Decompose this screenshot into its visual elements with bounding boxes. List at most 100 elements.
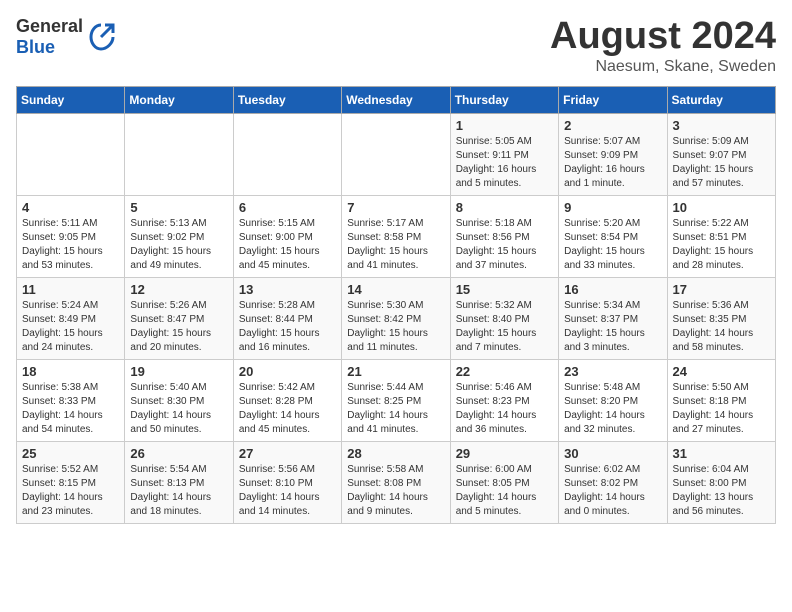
- day-info: Sunrise: 5:50 AM Sunset: 8:18 PM Dayligh…: [673, 381, 770, 437]
- day-number: 10: [673, 200, 770, 215]
- day-info: Sunrise: 5:07 AM Sunset: 9:09 PM Dayligh…: [564, 135, 661, 191]
- day-number: 13: [239, 282, 336, 297]
- day-number: 20: [239, 364, 336, 379]
- day-info: Sunrise: 5:54 AM Sunset: 8:13 PM Dayligh…: [130, 463, 227, 519]
- calendar-cell: 7 Sunrise: 5:17 AM Sunset: 8:58 PM Daylig…: [342, 195, 450, 277]
- logo-general: General: [16, 16, 83, 36]
- day-number: 17: [673, 282, 770, 297]
- day-number: 19: [130, 364, 227, 379]
- day-number: 14: [347, 282, 444, 297]
- day-info: Sunrise: 5:46 AM Sunset: 8:23 PM Dayligh…: [456, 381, 553, 437]
- calendar-body: 1Sunrise: 5:05 AM Sunset: 9:11 PM Daylig…: [17, 113, 776, 523]
- calendar-cell: 2 Sunrise: 5:07 AM Sunset: 9:09 PM Daylig…: [559, 113, 667, 195]
- day-info: Sunrise: 6:04 AM Sunset: 8:00 PM Dayligh…: [673, 463, 770, 519]
- day-info: Sunrise: 5:34 AM Sunset: 8:37 PM Dayligh…: [564, 299, 661, 355]
- weekday-header-thursday: Thursday: [450, 86, 558, 113]
- day-info: Sunrise: 5:58 AM Sunset: 8:08 PM Dayligh…: [347, 463, 444, 519]
- day-number: 24: [673, 364, 770, 379]
- weekday-header-tuesday: Tuesday: [233, 86, 341, 113]
- day-info: Sunrise: 6:02 AM Sunset: 8:02 PM Dayligh…: [564, 463, 661, 519]
- day-number: 21: [347, 364, 444, 379]
- day-number: 18: [22, 364, 119, 379]
- calendar-cell: [233, 113, 341, 195]
- calendar-cell: 31 Sunrise: 6:04 AM Sunset: 8:00 PM Dayli…: [667, 441, 775, 523]
- day-info: Sunrise: 5:26 AM Sunset: 8:47 PM Dayligh…: [130, 299, 227, 355]
- day-info: Sunrise: 5:48 AM Sunset: 8:20 PM Dayligh…: [564, 381, 661, 437]
- title-area: August 2024 Naesum, Skane, Sweden: [550, 16, 776, 76]
- calendar-cell: 22 Sunrise: 5:46 AM Sunset: 8:23 PM Dayli…: [450, 359, 558, 441]
- calendar-cell: 12 Sunrise: 5:26 AM Sunset: 8:47 PM Dayli…: [125, 277, 233, 359]
- weekday-header-friday: Friday: [559, 86, 667, 113]
- calendar-cell: [17, 113, 125, 195]
- calendar-cell: 18 Sunrise: 5:38 AM Sunset: 8:33 PM Dayli…: [17, 359, 125, 441]
- day-number: 28: [347, 446, 444, 461]
- day-number: 2: [564, 118, 661, 133]
- day-info: Sunrise: 5:24 AM Sunset: 8:49 PM Dayligh…: [22, 299, 119, 355]
- day-number: 31: [673, 446, 770, 461]
- calendar-cell: 25Sunrise: 5:52 AM Sunset: 8:15 PM Dayli…: [17, 441, 125, 523]
- calendar-cell: 26 Sunrise: 5:54 AM Sunset: 8:13 PM Dayli…: [125, 441, 233, 523]
- subtitle: Naesum, Skane, Sweden: [550, 58, 776, 76]
- calendar-cell: 10Sunrise: 5:22 AM Sunset: 8:51 PM Dayli…: [667, 195, 775, 277]
- calendar-cell: 23 Sunrise: 5:48 AM Sunset: 8:20 PM Dayli…: [559, 359, 667, 441]
- calendar-cell: 6 Sunrise: 5:15 AM Sunset: 9:00 PM Daylig…: [233, 195, 341, 277]
- calendar-cell: 4Sunrise: 5:11 AM Sunset: 9:05 PM Daylig…: [17, 195, 125, 277]
- main-title: August 2024: [550, 16, 776, 58]
- day-info: Sunrise: 5:18 AM Sunset: 8:56 PM Dayligh…: [456, 217, 553, 273]
- calendar-cell: 24 Sunrise: 5:50 AM Sunset: 8:18 PM Dayli…: [667, 359, 775, 441]
- day-info: Sunrise: 5:17 AM Sunset: 8:58 PM Dayligh…: [347, 217, 444, 273]
- calendar-week-1: 1Sunrise: 5:05 AM Sunset: 9:11 PM Daylig…: [17, 113, 776, 195]
- day-info: Sunrise: 5:38 AM Sunset: 8:33 PM Dayligh…: [22, 381, 119, 437]
- day-number: 3: [673, 118, 770, 133]
- day-info: Sunrise: 5:36 AM Sunset: 8:35 PM Dayligh…: [673, 299, 770, 355]
- calendar-cell: 29Sunrise: 6:00 AM Sunset: 8:05 PM Dayli…: [450, 441, 558, 523]
- calendar-cell: 15Sunrise: 5:32 AM Sunset: 8:40 PM Dayli…: [450, 277, 558, 359]
- calendar-table: SundayMondayTuesdayWednesdayThursdayFrid…: [16, 86, 776, 524]
- calendar-cell: 27Sunrise: 5:56 AM Sunset: 8:10 PM Dayli…: [233, 441, 341, 523]
- weekday-header-sunday: Sunday: [17, 86, 125, 113]
- day-number: 5: [130, 200, 227, 215]
- logo-icon: [87, 23, 115, 51]
- day-number: 30: [564, 446, 661, 461]
- calendar-cell: 8Sunrise: 5:18 AM Sunset: 8:56 PM Daylig…: [450, 195, 558, 277]
- calendar-cell: 30 Sunrise: 6:02 AM Sunset: 8:02 PM Dayli…: [559, 441, 667, 523]
- calendar-cell: [125, 113, 233, 195]
- day-info: Sunrise: 5:09 AM Sunset: 9:07 PM Dayligh…: [673, 135, 770, 191]
- calendar-cell: 5Sunrise: 5:13 AM Sunset: 9:02 PM Daylig…: [125, 195, 233, 277]
- weekday-header-wednesday: Wednesday: [342, 86, 450, 113]
- day-number: 4: [22, 200, 119, 215]
- day-number: 23: [564, 364, 661, 379]
- day-info: Sunrise: 5:32 AM Sunset: 8:40 PM Dayligh…: [456, 299, 553, 355]
- day-number: 27: [239, 446, 336, 461]
- logo-blue: Blue: [16, 37, 55, 57]
- calendar-cell: 1Sunrise: 5:05 AM Sunset: 9:11 PM Daylig…: [450, 113, 558, 195]
- day-info: Sunrise: 5:20 AM Sunset: 8:54 PM Dayligh…: [564, 217, 661, 273]
- calendar-week-5: 25Sunrise: 5:52 AM Sunset: 8:15 PM Dayli…: [17, 441, 776, 523]
- day-info: Sunrise: 5:15 AM Sunset: 9:00 PM Dayligh…: [239, 217, 336, 273]
- day-number: 26: [130, 446, 227, 461]
- day-number: 6: [239, 200, 336, 215]
- calendar-cell: 11 Sunrise: 5:24 AM Sunset: 8:49 PM Dayli…: [17, 277, 125, 359]
- day-number: 7: [347, 200, 444, 215]
- calendar-week-3: 11 Sunrise: 5:24 AM Sunset: 8:49 PM Dayli…: [17, 277, 776, 359]
- day-number: 16: [564, 282, 661, 297]
- calendar-cell: 3 Sunrise: 5:09 AM Sunset: 9:07 PM Daylig…: [667, 113, 775, 195]
- day-info: Sunrise: 5:52 AM Sunset: 8:15 PM Dayligh…: [22, 463, 119, 519]
- calendar-cell: 28 Sunrise: 5:58 AM Sunset: 8:08 PM Dayli…: [342, 441, 450, 523]
- day-info: Sunrise: 5:30 AM Sunset: 8:42 PM Dayligh…: [347, 299, 444, 355]
- calendar-cell: 21 Sunrise: 5:44 AM Sunset: 8:25 PM Dayli…: [342, 359, 450, 441]
- day-info: Sunrise: 6:00 AM Sunset: 8:05 PM Dayligh…: [456, 463, 553, 519]
- day-info: Sunrise: 5:28 AM Sunset: 8:44 PM Dayligh…: [239, 299, 336, 355]
- weekday-header-saturday: Saturday: [667, 86, 775, 113]
- calendar-cell: 13 Sunrise: 5:28 AM Sunset: 8:44 PM Dayli…: [233, 277, 341, 359]
- calendar-cell: 19 Sunrise: 5:40 AM Sunset: 8:30 PM Dayli…: [125, 359, 233, 441]
- day-info: Sunrise: 5:44 AM Sunset: 8:25 PM Dayligh…: [347, 381, 444, 437]
- calendar-week-2: 4Sunrise: 5:11 AM Sunset: 9:05 PM Daylig…: [17, 195, 776, 277]
- day-number: 12: [130, 282, 227, 297]
- weekday-header-row: SundayMondayTuesdayWednesdayThursdayFrid…: [17, 86, 776, 113]
- page-header: General Blue August 2024 Naesum, Skane, …: [16, 16, 776, 76]
- day-info: Sunrise: 5:40 AM Sunset: 8:30 PM Dayligh…: [130, 381, 227, 437]
- day-number: 22: [456, 364, 553, 379]
- day-number: 11: [22, 282, 119, 297]
- calendar-cell: 14 Sunrise: 5:30 AM Sunset: 8:42 PM Dayli…: [342, 277, 450, 359]
